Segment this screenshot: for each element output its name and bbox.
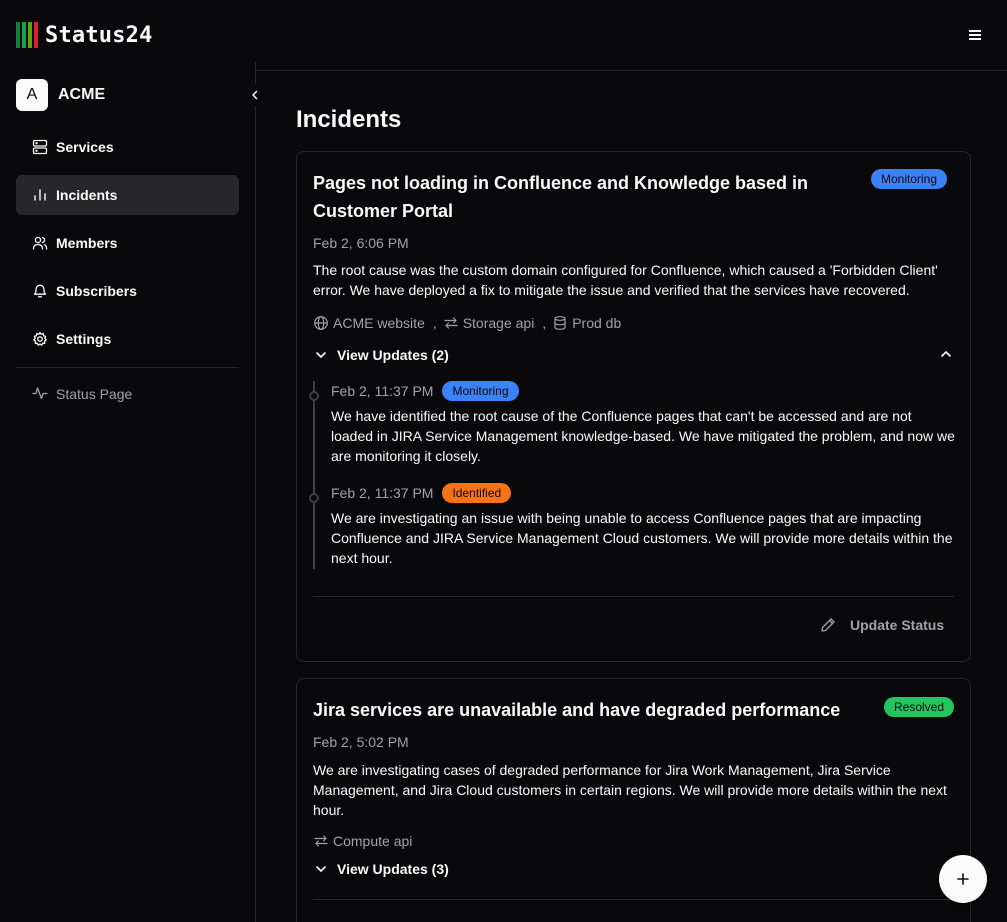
status-page-label: Status Page: [56, 386, 133, 402]
logo-mark: [16, 22, 38, 48]
affected-services: Compute api: [313, 833, 412, 849]
separator: ,: [432, 315, 437, 331]
incident-card: Jira services are unavailable and have d…: [296, 678, 971, 922]
service-tag: ACME website: [313, 315, 425, 331]
timeline-dot: [309, 391, 319, 401]
incident-card: Pages not loading in Confluence and Know…: [296, 151, 971, 662]
globe-icon: [314, 316, 328, 330]
service-tag: Storage api: [443, 315, 534, 331]
view-updates-toggle[interactable]: View Updates (2): [313, 347, 449, 363]
status-page-link[interactable]: Status Page: [16, 374, 239, 414]
chevron-down-icon: [316, 352, 326, 358]
org-avatar: A: [16, 79, 48, 111]
update-time: Feb 2, 11:37 PM: [331, 383, 434, 399]
view-updates-toggle[interactable]: View Updates (3): [313, 861, 449, 877]
update-text: We have identified the root cause of the…: [331, 408, 955, 464]
arrows-left-right-icon: [314, 835, 328, 847]
plus-icon: [957, 873, 969, 885]
status-badge: Monitoring: [871, 169, 948, 189]
top-bar: Status24: [0, 0, 1007, 70]
sidebar-item-services[interactable]: Services: [16, 127, 239, 167]
timeline-dot: [309, 493, 319, 503]
arrows-left-right-icon: [444, 317, 458, 329]
sidebar-item-label: Members: [56, 235, 118, 251]
sidebar-item-label: Services: [56, 139, 114, 155]
sidebar-item-settings[interactable]: Settings: [16, 319, 239, 359]
affected-services: ACME website , Storage api , Prod db: [313, 315, 621, 331]
server-icon: [32, 139, 48, 155]
sidebar-item-label: Incidents: [56, 187, 118, 203]
separator: ,: [542, 315, 547, 331]
sidebar-divider: [16, 367, 239, 368]
service-tag: Prod db: [552, 315, 621, 331]
update-header: Feb 2, 11:37 PM Identified: [331, 483, 512, 503]
sidebar-item-label: Settings: [56, 331, 112, 347]
incident-time: Feb 2, 5:02 PM: [313, 734, 409, 750]
menu-icon[interactable]: [965, 26, 985, 44]
bar-chart-icon: [32, 187, 48, 203]
incident-title[interactable]: Pages not loading in Confluence and Know…: [313, 169, 833, 225]
status-badge: Resolved: [884, 697, 955, 717]
incident-time: Feb 2, 6:06 PM: [313, 235, 409, 251]
status-badge: Monitoring: [442, 381, 519, 401]
app-logo[interactable]: Status24: [16, 22, 153, 48]
collapse-sidebar-button[interactable]: [244, 84, 266, 106]
bell-icon: [32, 283, 48, 299]
sidebar-item-subscribers[interactable]: Subscribers: [16, 271, 239, 311]
update-text: We are investigating an issue with being…: [331, 510, 953, 566]
service-tag: Compute api: [313, 833, 412, 849]
status-badge: Identified: [442, 483, 512, 503]
page-title: Incidents: [296, 106, 402, 133]
sidebar-item-members[interactable]: Members: [16, 223, 239, 263]
chevron-down-icon: [316, 866, 326, 872]
gear-icon: [32, 331, 48, 347]
card-divider: [313, 899, 954, 900]
chevron-left-icon: [252, 90, 258, 100]
update-status-button[interactable]: Update Status: [820, 617, 944, 633]
sidebar-item-label: Subscribers: [56, 283, 137, 299]
org-switcher[interactable]: A ACME: [16, 79, 105, 111]
update-time: Feb 2, 11:37 PM: [331, 485, 434, 501]
database-icon: [554, 316, 566, 330]
incident-description: We are investigating cases of degraded p…: [313, 762, 947, 818]
timeline-line: [313, 381, 315, 569]
card-divider: [313, 596, 954, 597]
sidebar-nav: Services Incidents Members Subscribers S…: [16, 127, 239, 367]
header-divider: [256, 70, 1007, 71]
users-icon: [32, 235, 48, 251]
app-name: Status24: [45, 22, 153, 48]
update-header: Feb 2, 11:37 PM Monitoring: [331, 381, 519, 401]
add-incident-button[interactable]: [939, 855, 987, 903]
activity-icon: [32, 385, 48, 404]
chevron-up-icon[interactable]: [937, 345, 955, 363]
incident-description: The root cause was the custom domain con…: [313, 262, 938, 298]
sidebar: A ACME Services Incidents Members Subscr…: [0, 70, 266, 922]
org-name: ACME: [58, 86, 106, 103]
sidebar-item-incidents[interactable]: Incidents: [16, 175, 239, 215]
incident-title[interactable]: Jira services are unavailable and have d…: [313, 696, 873, 724]
pencil-icon: [821, 618, 835, 632]
